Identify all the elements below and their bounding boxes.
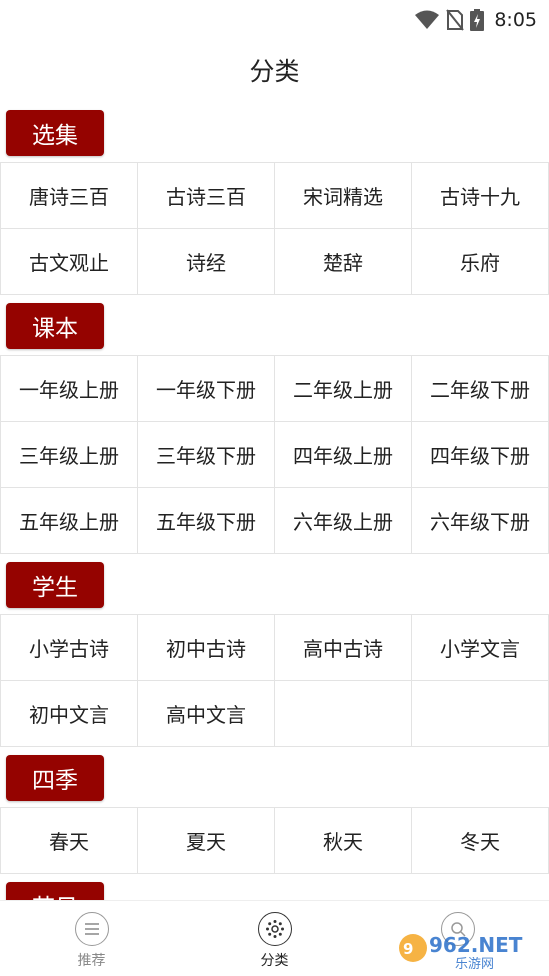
watermark-logo: 9 962.NET 乐游网 <box>399 933 523 970</box>
category-item[interactable]: 春天 <box>1 808 138 874</box>
list-icon <box>74 912 109 946</box>
category-list[interactable]: 选集唐诗三百 古诗三百 宋词精选 古诗十九古文观止 诗经 楚辞 乐府课本一年级上册 一年级下册… <box>0 108 549 900</box>
category-item[interactable]: 夏天 <box>138 808 275 874</box>
category-item[interactable]: 四年级上册 <box>275 422 412 488</box>
nav-label-recommend: 推荐 <box>77 953 106 969</box>
section-2: 学生小学古诗 初中古诗 高中古诗 小学文言初中文言 高中文言 <box>0 560 549 747</box>
category-item[interactable]: 初中古诗 <box>138 615 275 681</box>
svg-text:9: 9 <box>403 940 413 958</box>
category-item[interactable]: 小学文言 <box>412 615 549 681</box>
section-0: 选集唐诗三百 古诗三百 宋词精选 古诗十九古文观止 诗经 楚辞 乐府 <box>0 108 549 295</box>
section-header: 课本 <box>0 301 549 355</box>
section-1: 课本一年级上册 一年级下册 二年级上册 二年级下册三年级上册 三年级下册 四年级上册 四年级… <box>0 301 549 554</box>
category-grid: 春天 夏天 秋天 冬天 <box>0 807 549 874</box>
watermark-subtext: 乐游网 <box>455 957 494 970</box>
category-item[interactable]: 五年级下册 <box>138 488 275 554</box>
watermark-text: 962.NET <box>429 933 523 957</box>
category-item[interactable]: 二年级下册 <box>412 356 549 422</box>
category-item[interactable]: 五年级上册 <box>1 488 138 554</box>
category-item[interactable]: 高中文言 <box>138 681 275 747</box>
category-item[interactable]: 古文观止 <box>1 229 138 295</box>
category-grid: 唐诗三百 古诗三百 宋词精选 古诗十九古文观止 诗经 楚辞 乐府 <box>0 162 549 295</box>
category-item[interactable]: 六年级下册 <box>412 488 549 554</box>
category-item[interactable]: 三年级下册 <box>138 422 275 488</box>
section-header: 学生 <box>0 560 549 614</box>
category-item[interactable]: 四年级下册 <box>412 422 549 488</box>
status-bar: 8:05 <box>0 0 549 40</box>
status-time: 8:05 <box>494 9 537 31</box>
nav-tab-category[interactable]: 分类 <box>183 901 366 976</box>
category-item[interactable]: 乐府 <box>412 229 549 295</box>
category-item[interactable]: 古诗三百 <box>138 163 275 229</box>
category-item[interactable]: 二年级上册 <box>275 356 412 422</box>
category-item[interactable]: 小学古诗 <box>1 615 138 681</box>
category-item[interactable]: 诗经 <box>138 229 275 295</box>
category-item[interactable]: 唐诗三百 <box>1 163 138 229</box>
category-grid: 小学古诗 初中古诗 高中古诗 小学文言初中文言 高中文言 <box>0 614 549 747</box>
category-item[interactable]: 六年级上册 <box>275 488 412 554</box>
category-item[interactable]: 冬天 <box>412 808 549 874</box>
category-item[interactable]: 三年级上册 <box>1 422 138 488</box>
section-header: 节日 <box>0 880 549 900</box>
battery-charging-icon <box>470 9 485 31</box>
section-tag: 选集 <box>6 110 104 156</box>
section-3: 四季春天 夏天 秋天 冬天 <box>0 753 549 874</box>
category-item[interactable]: 楚辞 <box>275 229 412 295</box>
category-item[interactable]: 古诗十九 <box>412 163 549 229</box>
status-icons: 8:05 <box>414 8 537 32</box>
no-sim-icon <box>446 9 465 31</box>
section-tag: 学生 <box>6 562 104 608</box>
category-grid: 一年级上册 一年级下册 二年级上册 二年级下册三年级上册 三年级下册 四年级上册 四年级下册… <box>0 355 549 554</box>
section-4: 节日 <box>0 880 549 900</box>
category-icon <box>257 912 292 946</box>
page-title: 分类 <box>249 57 300 86</box>
category-item[interactable]: 秋天 <box>275 808 412 874</box>
section-tag: 课本 <box>6 303 104 349</box>
category-item[interactable]: 一年级上册 <box>1 356 138 422</box>
category-item[interactable]: 高中古诗 <box>275 615 412 681</box>
wifi-icon <box>415 10 440 29</box>
nav-tab-recommend[interactable]: 推荐 <box>0 901 183 976</box>
category-item[interactable]: 初中文言 <box>1 681 138 747</box>
nav-label-category: 分类 <box>260 953 289 969</box>
section-tag: 节日 <box>6 882 104 900</box>
category-item <box>412 681 549 747</box>
section-tag: 四季 <box>6 755 104 801</box>
category-item <box>275 681 412 747</box>
section-header: 选集 <box>0 108 549 162</box>
section-header: 四季 <box>0 753 549 807</box>
category-item[interactable]: 一年级下册 <box>138 356 275 422</box>
category-item[interactable]: 宋词精选 <box>275 163 412 229</box>
